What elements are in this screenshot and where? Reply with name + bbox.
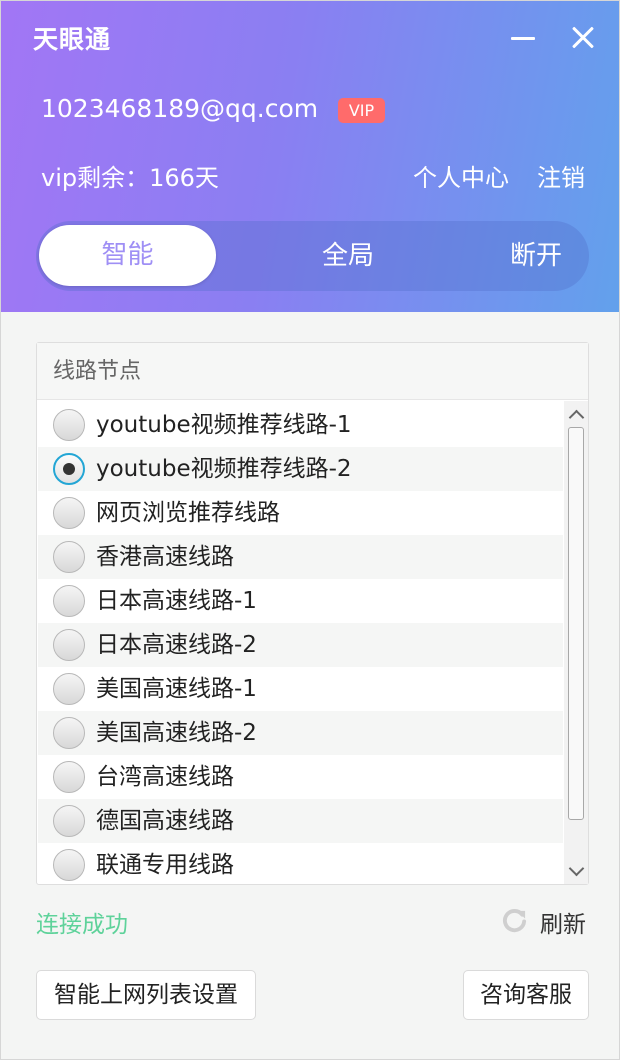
mode-tab-global[interactable]: 全局: [258, 221, 438, 291]
vip-remaining: vip剩余：166天: [41, 164, 219, 192]
route-label: youtube视频推荐线路-1: [96, 412, 352, 438]
mode-tab-disconnect[interactable]: 断开: [446, 221, 619, 291]
mode-tab-smart[interactable]: 智能: [39, 225, 216, 286]
route-label: 日本高速线路-2: [96, 632, 257, 658]
route-label: 网页浏览推荐线路: [96, 500, 280, 526]
route-item[interactable]: 美国高速线路-1: [38, 667, 563, 711]
profile-link[interactable]: 个人中心: [413, 158, 509, 193]
route-item[interactable]: 美国高速线路-2: [38, 711, 563, 755]
route-label: 联通专用线路: [96, 852, 234, 878]
route-item[interactable]: 日本高速线路-2: [38, 623, 563, 667]
chevron-up-icon[interactable]: [564, 403, 588, 425]
logout-link[interactable]: 注销: [537, 158, 585, 193]
route-radio[interactable]: [53, 805, 85, 837]
refresh-label: 刷新: [540, 912, 586, 938]
close-icon[interactable]: [566, 21, 600, 55]
chevron-down-icon[interactable]: [564, 860, 588, 882]
route-item[interactable]: 联通专用线路: [38, 843, 563, 883]
route-list: youtube视频推荐线路-1 youtube视频推荐线路-2 网页浏览推荐线路 香港…: [38, 403, 563, 883]
route-item[interactable]: youtube视频推荐线路-1: [38, 403, 563, 447]
route-item[interactable]: 香港高速线路: [38, 535, 563, 579]
app-window: 天眼通 1023468189@qq.com VIP vip剩余：166天 个人中…: [0, 0, 620, 1060]
route-label: 日本高速线路-1: [96, 588, 257, 614]
route-label: 美国高速线路-1: [96, 676, 257, 702]
route-radio[interactable]: [53, 849, 85, 881]
route-radio[interactable]: [53, 585, 85, 617]
route-radio[interactable]: [53, 409, 85, 441]
mode-switch: 智能 全局 断开: [36, 221, 589, 291]
vip-badge: VIP: [338, 98, 385, 123]
route-panel-title: 线路节点: [37, 343, 588, 400]
route-item[interactable]: 网页浏览推荐线路: [38, 491, 563, 535]
refresh-button[interactable]: 刷新: [499, 903, 591, 939]
minimize-icon[interactable]: [506, 21, 540, 55]
route-item[interactable]: 德国高速线路: [38, 799, 563, 843]
route-label: 德国高速线路: [96, 808, 234, 834]
route-radio[interactable]: [53, 629, 85, 661]
account-email: 1023468189@qq.com: [41, 94, 319, 123]
connection-status: 连接成功: [36, 912, 128, 938]
route-label: 台湾高速线路: [96, 764, 234, 790]
app-title: 天眼通: [33, 25, 112, 54]
route-label: 美国高速线路-2: [96, 720, 257, 746]
route-item[interactable]: youtube视频推荐线路-2: [38, 447, 563, 491]
header: 天眼通 1023468189@qq.com VIP vip剩余：166天 个人中…: [1, 1, 619, 312]
route-label: 香港高速线路: [96, 544, 234, 570]
smart-list-settings-button[interactable]: 智能上网列表设置: [36, 970, 256, 1020]
route-radio[interactable]: [53, 497, 85, 529]
route-panel: 线路节点 youtube视频推荐线路-1 youtube视频推荐线路-2 网页浏览推…: [36, 342, 589, 885]
route-radio[interactable]: [53, 673, 85, 705]
route-item[interactable]: 日本高速线路-1: [38, 579, 563, 623]
refresh-icon: [503, 909, 527, 933]
scrollbar-thumb[interactable]: [568, 427, 584, 820]
route-radio[interactable]: [53, 453, 85, 485]
customer-support-button[interactable]: 咨询客服: [463, 970, 589, 1020]
route-item[interactable]: 台湾高速线路: [38, 755, 563, 799]
route-list-scrollbar[interactable]: [564, 401, 588, 884]
route-radio[interactable]: [53, 541, 85, 573]
route-radio[interactable]: [53, 717, 85, 749]
route-radio[interactable]: [53, 761, 85, 793]
route-label: youtube视频推荐线路-2: [96, 456, 352, 482]
